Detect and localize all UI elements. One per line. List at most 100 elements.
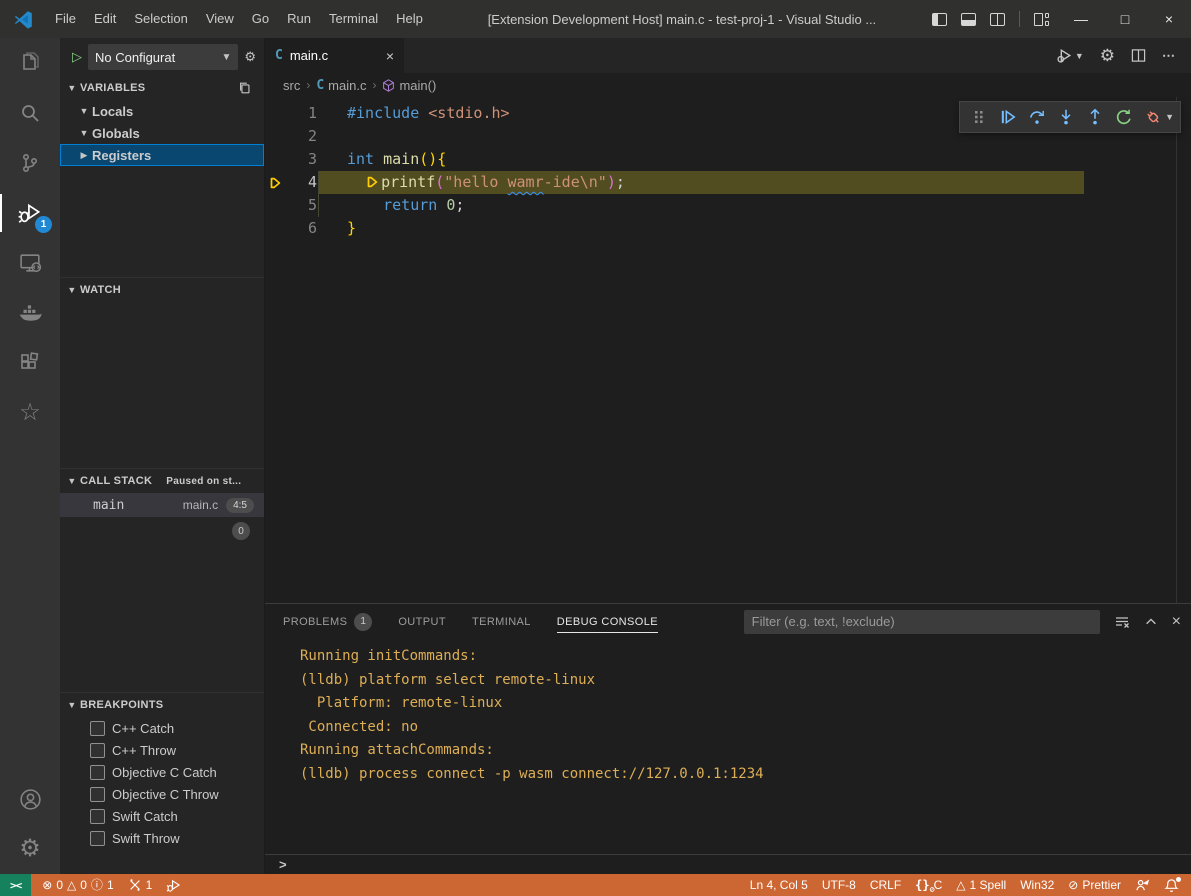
- minimize-button[interactable]: —: [1059, 0, 1103, 38]
- menu-run[interactable]: Run: [278, 0, 320, 38]
- step-into-icon[interactable]: [1053, 104, 1078, 130]
- eol-sequence[interactable]: CRLF: [863, 874, 908, 896]
- code-editor[interactable]: ▼ 1#include <stdio.h>23int main(){4 prin…: [265, 97, 1191, 603]
- encoding[interactable]: UTF-8: [815, 874, 863, 896]
- breadcrumb-src[interactable]: src: [283, 78, 300, 93]
- feedback-status[interactable]: [1128, 874, 1157, 896]
- split-editor-icon[interactable]: [1131, 48, 1146, 63]
- variables-scope-locals[interactable]: ▼Locals: [60, 100, 264, 122]
- disconnect-icon[interactable]: [1140, 104, 1165, 130]
- code-line-3[interactable]: 3int main(){: [265, 148, 1191, 171]
- variables-scope-registers[interactable]: ▶Registers: [60, 144, 264, 166]
- menu-file[interactable]: File: [46, 0, 85, 38]
- cursor-position[interactable]: Ln 4, Col 5: [743, 874, 815, 896]
- breadcrumb-symbol[interactable]: main(): [382, 78, 436, 93]
- breakpoint-checkbox[interactable]: [90, 721, 105, 736]
- code-line-5[interactable]: 5 return 0;: [265, 194, 1191, 217]
- run-and-debug-icon[interactable]: 1: [0, 188, 60, 238]
- remote-indicator[interactable]: ><: [0, 874, 31, 896]
- spell-checker-status[interactable]: △ 1 Spell: [949, 874, 1013, 896]
- editor-settings-gear-icon[interactable]: ⚙: [1100, 46, 1115, 66]
- panel-tab-output[interactable]: OUTPUT: [398, 604, 446, 639]
- start-debugging-icon[interactable]: ▷: [72, 49, 82, 65]
- toggle-panel-icon[interactable]: [961, 13, 976, 26]
- search-icon[interactable]: [0, 88, 60, 138]
- breakpoint-checkbox[interactable]: [90, 765, 105, 780]
- source-control-icon[interactable]: [0, 138, 60, 188]
- clear-console-icon[interactable]: [1114, 614, 1130, 630]
- menu-selection[interactable]: Selection: [125, 0, 196, 38]
- debug-configuration-dropdown[interactable]: No Configurat ▼: [88, 44, 238, 70]
- panel-tab-terminal[interactable]: TERMINAL: [472, 604, 531, 639]
- breakpoint-row[interactable]: C++ Catch: [60, 717, 264, 739]
- chevron-down-icon[interactable]: ▼: [1165, 112, 1174, 122]
- continue-icon[interactable]: [995, 104, 1020, 130]
- menu-edit[interactable]: Edit: [85, 0, 125, 38]
- code-line-6[interactable]: 6}: [265, 217, 1191, 240]
- breakpoint-row[interactable]: Swift Catch: [60, 805, 264, 827]
- debug-console-input-row[interactable]: >: [265, 854, 1191, 874]
- menu-view[interactable]: View: [197, 0, 243, 38]
- tools-status[interactable]: 1: [121, 874, 160, 896]
- variables-scope-globals[interactable]: ▼Globals: [60, 122, 264, 144]
- breakpoint-checkbox[interactable]: [90, 743, 105, 758]
- panel-tab-debug-console[interactable]: DEBUG CONSOLE: [557, 604, 658, 639]
- explorer-icon[interactable]: [0, 38, 60, 88]
- breakpoint-checkbox[interactable]: [90, 787, 105, 802]
- tab-main-c[interactable]: C main.c ×: [265, 38, 405, 73]
- breakpoint-checkbox[interactable]: [90, 809, 105, 824]
- menu-help[interactable]: Help: [387, 0, 432, 38]
- console-filter[interactable]: [744, 610, 1100, 634]
- filter-input[interactable]: [744, 614, 1100, 629]
- restart-icon[interactable]: [1111, 104, 1136, 130]
- docker-icon[interactable]: [0, 288, 60, 338]
- toggle-sidebar-icon[interactable]: [932, 13, 947, 26]
- variables-header[interactable]: ▼ VARIABLES: [60, 76, 264, 100]
- debug-settings-gear-icon[interactable]: ⚙: [244, 49, 256, 65]
- prettier-status[interactable]: ⊘ Prettier: [1061, 874, 1128, 896]
- problems-status[interactable]: ⊗ 0 △ 0 ⓘ 1: [35, 874, 120, 896]
- code-token: (){: [419, 150, 446, 168]
- breakpoint-row[interactable]: Swift Throw: [60, 827, 264, 849]
- close-window-button[interactable]: ×: [1147, 0, 1191, 38]
- language-mode[interactable]: {}⊘ C: [908, 874, 949, 896]
- extensions-icon[interactable]: [0, 338, 60, 388]
- settings-gear-icon[interactable]: ⚙: [0, 824, 60, 874]
- remote-explorer-icon[interactable]: [0, 238, 60, 288]
- step-out-icon[interactable]: [1082, 104, 1107, 130]
- platform-status[interactable]: Win32: [1013, 874, 1061, 896]
- accounts-icon[interactable]: [0, 774, 60, 824]
- stack-frame-row[interactable]: main main.c 4:5: [60, 493, 264, 517]
- panel-tab-problems[interactable]: PROBLEMS1: [283, 604, 372, 639]
- variables-section: ▼ VARIABLES ▼Locals▼Globals▶Registers: [60, 76, 264, 277]
- notifications-status[interactable]: [1157, 874, 1191, 896]
- menu-terminal[interactable]: Terminal: [320, 0, 387, 38]
- copy-value-icon[interactable]: [238, 81, 252, 95]
- breakpoint-row[interactable]: Objective C Throw: [60, 783, 264, 805]
- step-over-icon[interactable]: [1024, 104, 1049, 130]
- toolbar-drag-handle[interactable]: [966, 104, 991, 130]
- watch-header[interactable]: ▼ WATCH: [60, 278, 264, 302]
- maximize-panel-icon[interactable]: [1144, 615, 1158, 629]
- breakpoints-header[interactable]: ▼ BREAKPOINTS: [60, 693, 264, 717]
- breakpoint-checkbox[interactable]: [90, 831, 105, 846]
- breakpoint-row[interactable]: C++ Throw: [60, 739, 264, 761]
- code-text: #include <stdio.h>: [347, 102, 510, 125]
- code-line-4[interactable]: 4 printf("hello wamr-ide\n");: [265, 171, 1191, 194]
- breadcrumb-file[interactable]: C main.c: [316, 78, 366, 93]
- star-extension-icon[interactable]: ☆: [0, 388, 60, 438]
- call-stack-header[interactable]: ▼ CALL STACK Paused on st...: [60, 469, 264, 493]
- menu-go[interactable]: Go: [243, 0, 278, 38]
- code-token: (: [435, 173, 444, 191]
- breakpoint-row[interactable]: Objective C Catch: [60, 761, 264, 783]
- close-panel-icon[interactable]: ×: [1172, 613, 1181, 631]
- maximize-button[interactable]: □: [1103, 0, 1147, 38]
- toggle-secondary-sidebar-icon[interactable]: [990, 13, 1005, 26]
- editor-scrollbar[interactable]: [1176, 97, 1177, 603]
- debug-target-status[interactable]: [159, 874, 188, 896]
- more-actions-icon[interactable]: ⋯: [1162, 48, 1177, 64]
- close-tab-icon[interactable]: ×: [386, 48, 394, 64]
- run-or-debug-button[interactable]: ▼: [1056, 47, 1084, 64]
- customize-layout-icon[interactable]: [1034, 13, 1049, 26]
- debug-run-icon: [166, 878, 181, 893]
